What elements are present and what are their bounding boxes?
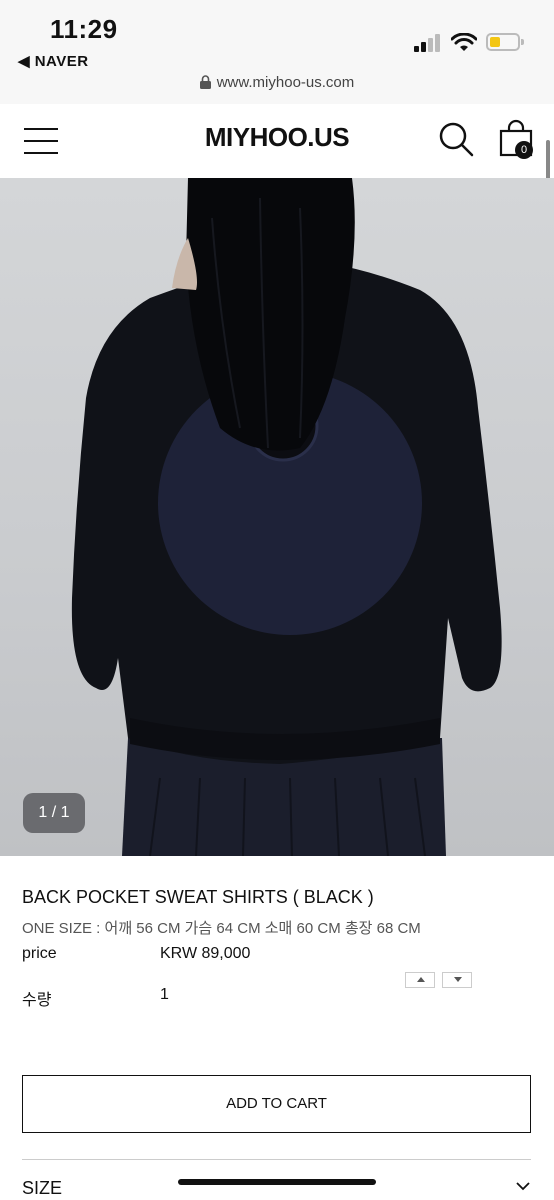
site-header: MIYHOO.US: [0, 104, 554, 179]
quantity-value[interactable]: 1: [160, 986, 169, 1004]
quantity-up-button[interactable]: [405, 972, 435, 988]
cellular-signal-icon: [414, 34, 442, 52]
divider: [22, 1159, 531, 1160]
product-title: BACK POCKET SWEAT SHIRTS ( BLACK ): [22, 887, 374, 907]
quantity-label: 수량: [22, 992, 52, 1009]
wifi-icon: [451, 33, 477, 51]
chevron-down-icon[interactable]: [516, 1182, 530, 1191]
home-indicator: [178, 1179, 376, 1185]
product-size-info: ONE SIZE : 어깨 56 CM 가슴 64 CM 소매 60 CM 총장…: [22, 920, 421, 937]
price-label: price: [22, 945, 57, 962]
search-icon[interactable]: [438, 121, 474, 157]
status-bar: 11:29 ◀ NAVER www.miyhoo-us.com: [0, 0, 554, 104]
image-counter: 1 / 1: [23, 793, 85, 833]
size-section-toggle[interactable]: SIZE: [22, 1178, 62, 1199]
address-bar[interactable]: www.miyhoo-us.com: [0, 74, 554, 91]
price-value: KRW 89,000: [160, 945, 251, 962]
product-image[interactable]: [0, 178, 554, 856]
back-to-app-link[interactable]: ◀ NAVER: [18, 52, 89, 70]
battery-icon: [486, 33, 524, 51]
arrow-down-icon: [454, 977, 462, 982]
arrow-up-icon: [417, 977, 425, 982]
product-photo: [71, 178, 502, 856]
lock-icon: [199, 75, 211, 89]
url-text: www.miyhoo-us.com: [216, 74, 355, 91]
cart-count-badge: 0: [515, 141, 533, 159]
clock: 11:29: [50, 14, 118, 44]
quantity-down-button[interactable]: [442, 972, 472, 988]
add-to-cart-button[interactable]: ADD TO CART: [22, 1075, 531, 1133]
